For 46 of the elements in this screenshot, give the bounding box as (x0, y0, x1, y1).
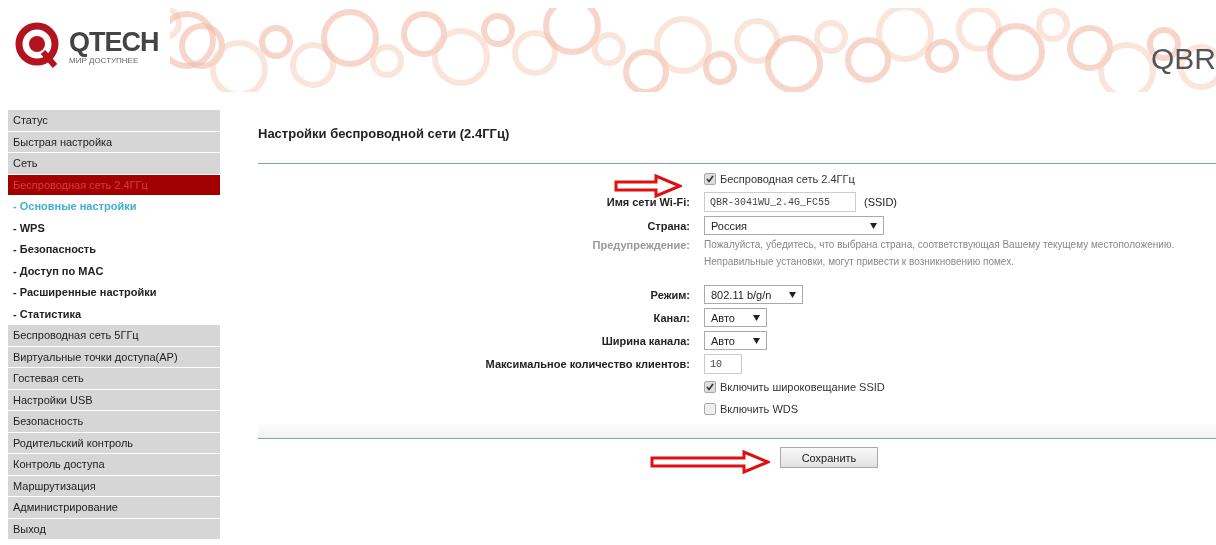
model-name: QBR (1151, 42, 1216, 76)
sidebar-item[interactable]: Настройки USB (8, 389, 220, 410)
dropdown[interactable]: 802.11 b/g/n (704, 285, 804, 304)
sidebar-item[interactable]: Виртуальные точки доступа(AP) (8, 346, 220, 367)
warning-text: Пожалуйста, убедитесь, что выбрана страна, соответствующая Вашему текущему местоположению. (704, 239, 1176, 250)
dropdown[interactable]: Авто (704, 331, 767, 350)
field-label: Максимальное количество клиентов: (485, 358, 690, 370)
field-label: Ширина канала: (601, 334, 690, 347)
annotation-arrow (614, 174, 682, 198)
warning-text: Неправильные установки, могут привести к возникновению помех. (704, 256, 1015, 267)
caret-icon (753, 314, 760, 321)
field-label: Режим: (650, 288, 690, 301)
sidebar-item[interactable]: Администрирование (8, 497, 220, 518)
dropdown[interactable]: Россия (704, 216, 884, 235)
field-label: Имя сети Wi-Fi: (606, 196, 690, 208)
field-label: Страна: (647, 219, 690, 232)
sidebar-item[interactable]: Беспроводная сеть 5ГГц (8, 325, 220, 346)
checkbox-option[interactable]: Включить широковещание SSID (704, 381, 885, 393)
field-label: Канал: (653, 311, 690, 324)
checkbox-option[interactable]: Включить WDS (704, 403, 799, 415)
input-field[interactable]: QBR-3041WU_2.4G_FC55 (704, 192, 856, 212)
sidebar-item[interactable]: Быстрая настройка (8, 131, 220, 152)
logo-tagline: МИР ДОСТУПНЕЕ (69, 55, 139, 65)
logo-icon (15, 22, 61, 70)
sidebar-item[interactable]: Статус (8, 110, 220, 131)
sidebar-item[interactable]: Гостевая сеть (8, 368, 220, 389)
save-button[interactable]: Сохранить (780, 447, 878, 468)
caret-icon (753, 337, 760, 344)
sidebar-item[interactable]: Контроль доступа (8, 454, 220, 475)
caret-icon (870, 222, 877, 229)
caret-icon (789, 291, 797, 298)
checkbox[interactable] (704, 381, 716, 393)
field-label: Предупреждение: (592, 239, 690, 251)
sidebar-item[interactable]: Выход (8, 518, 220, 539)
sidebar-item[interactable]: Безопасность (8, 411, 220, 432)
sidebar-item[interactable]: Родительский контроль (8, 432, 220, 453)
input-field[interactable]: 10 (704, 354, 742, 374)
dropdown[interactable]: Авто (704, 308, 767, 327)
sidebar-item[interactable]: Маршрутизация (8, 475, 220, 496)
checkbox[interactable] (704, 173, 716, 185)
logo-name: QTECH (69, 27, 159, 56)
field-suffix: (SSID) (864, 196, 897, 208)
page-title: Настройки беспроводной сети (2.4ГГц) (258, 126, 511, 141)
checkbox-option[interactable]: Беспроводная сеть 2.4ГГц (704, 173, 855, 185)
sidebar-item[interactable]: Сеть (8, 153, 220, 174)
checkbox[interactable] (704, 403, 716, 415)
